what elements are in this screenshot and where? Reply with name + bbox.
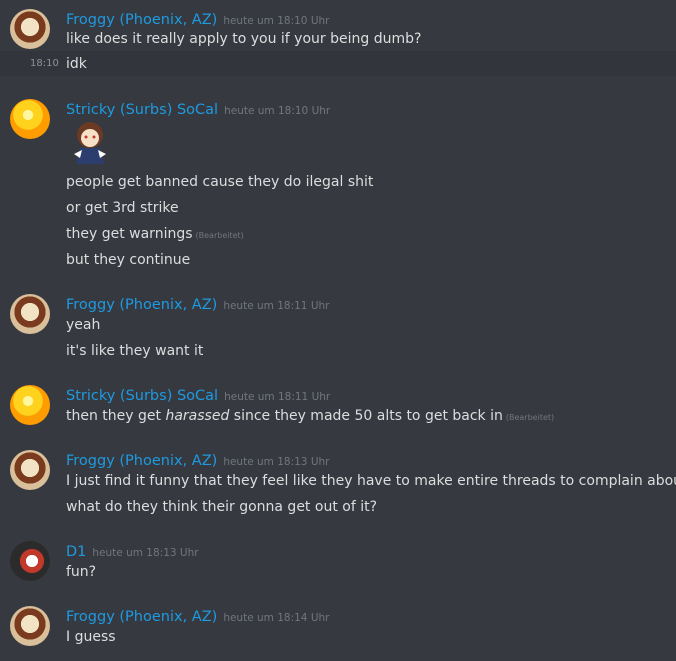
message-text: or get 3rd strike	[66, 200, 179, 216]
message-text: but they continue	[66, 252, 191, 268]
message-timestamp: 18:10	[30, 58, 59, 69]
username[interactable]: D1	[66, 544, 86, 560]
message-header: Froggy (Phoenix, AZ) heute um 18:10 Uhr	[66, 9, 329, 28]
message-text: like does it really apply to you if your…	[66, 31, 422, 47]
username[interactable]: Froggy (Phoenix, AZ)	[66, 12, 217, 28]
message-header: Stricky (Surbs) SoCal heute um 18:10 Uhr	[66, 99, 330, 118]
edited-label: (Bearbeitet)	[505, 413, 555, 422]
message-text: then they get harassed since they made 5…	[66, 408, 554, 424]
message-text: idk	[66, 56, 87, 72]
username[interactable]: Stricky (Surbs) SoCal	[66, 102, 218, 118]
message-header: D1 heute um 18:13 Uhr	[66, 541, 199, 560]
avatar[interactable]	[10, 294, 50, 334]
message-timestamp: heute um 18:14 Uhr	[223, 612, 330, 624]
message-text: fun?	[66, 564, 97, 580]
message-text-content: they get warnings	[66, 226, 193, 242]
message-timestamp: heute um 18:13 Uhr	[92, 547, 199, 559]
message-header: Froggy (Phoenix, AZ) heute um 18:11 Uhr	[66, 294, 329, 313]
edited-label: (Bearbeitet)	[195, 231, 244, 240]
message-header: Stricky (Surbs) SoCal heute um 18:11 Uhr	[66, 385, 330, 404]
message-row-hover[interactable]	[0, 51, 676, 76]
message-text: I just find it funny that they feel like…	[66, 473, 676, 489]
message-timestamp: heute um 18:10 Uhr	[223, 15, 330, 27]
sticker-image	[74, 122, 106, 164]
message-text-content: then they get	[66, 408, 166, 424]
message-timestamp: heute um 18:11 Uhr	[223, 300, 330, 312]
message-text: I guess	[66, 629, 116, 645]
avatar[interactable]	[10, 99, 50, 139]
avatar[interactable]	[10, 9, 50, 49]
message-text: they get warnings (Bearbeitet)	[66, 226, 244, 242]
message-timestamp: heute um 18:10 Uhr	[224, 105, 331, 117]
username[interactable]: Froggy (Phoenix, AZ)	[66, 297, 217, 313]
message-text-content: since they made 50 alts to get back in	[229, 408, 503, 424]
emphasized-text: harassed	[165, 408, 230, 424]
avatar[interactable]	[10, 606, 50, 646]
message-header: Froggy (Phoenix, AZ) heute um 18:13 Uhr	[66, 450, 329, 469]
message-text: people get banned cause they do ilegal s…	[66, 174, 374, 190]
username[interactable]: Froggy (Phoenix, AZ)	[66, 609, 217, 625]
username[interactable]: Froggy (Phoenix, AZ)	[66, 453, 217, 469]
message-text: it's like they want it	[66, 343, 204, 359]
username[interactable]: Stricky (Surbs) SoCal	[66, 388, 218, 404]
avatar[interactable]	[10, 385, 50, 425]
message-timestamp: heute um 18:11 Uhr	[224, 391, 331, 403]
avatar[interactable]	[10, 450, 50, 490]
message-text: yeah	[66, 317, 101, 333]
message-header: Froggy (Phoenix, AZ) heute um 18:14 Uhr	[66, 606, 329, 625]
avatar[interactable]	[10, 541, 50, 581]
message-timestamp: heute um 18:13 Uhr	[223, 456, 330, 468]
message-text: what do they think their gonna get out o…	[66, 499, 378, 515]
